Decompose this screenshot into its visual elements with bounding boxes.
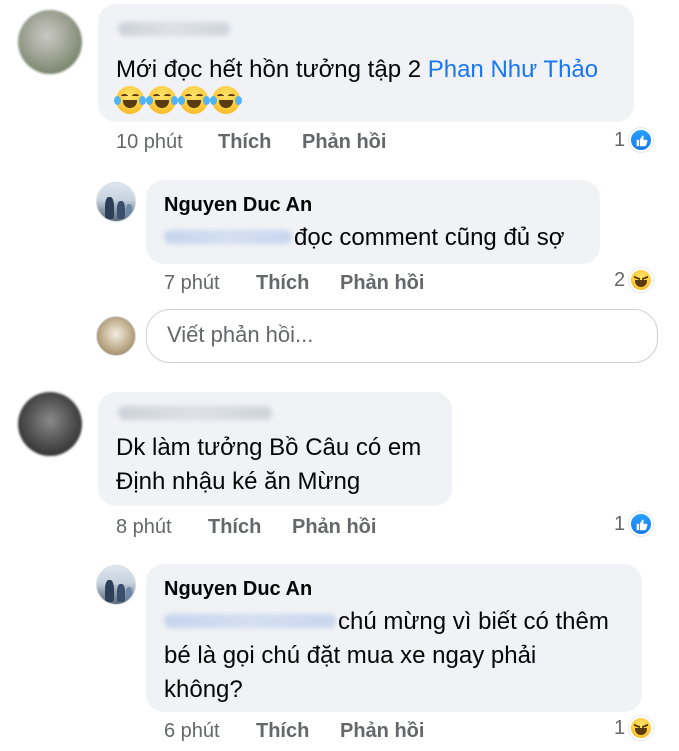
like-button[interactable]: Thích	[208, 516, 261, 539]
blurred-author-name[interactable]	[118, 406, 272, 420]
reply-text: đọc comment cũng đủ sợ	[294, 224, 565, 251]
like-icon	[629, 512, 654, 536]
commenter-avatar[interactable]	[18, 392, 82, 456]
reaction-summary[interactable]: 1	[614, 716, 654, 740]
reply-bubble: Nguyen Duc An chú mừng vì biết có thêm b…	[146, 564, 642, 712]
blurred-author-name[interactable]	[118, 22, 230, 36]
comment-bubble: Dk làm tưởng Bồ Câu có em Định nhậu ké ă…	[98, 392, 452, 506]
like-icon	[629, 128, 654, 152]
reaction-count: 1	[614, 512, 626, 535]
comment-bubble: Mới đọc hết hồn tưởng tập 2 Phan Như Thả…	[98, 4, 634, 122]
reaction-summary[interactable]: 2	[614, 268, 654, 292]
laughing-tears-emoji-icon	[146, 86, 178, 114]
laughing-tears-emoji-icon	[114, 86, 146, 114]
reply-text-line: không?	[164, 676, 243, 703]
comment-time[interactable]: 10 phút	[116, 131, 183, 154]
reply-author-avatar[interactable]	[96, 182, 136, 222]
reply-button[interactable]: Phản hồi	[340, 720, 424, 743]
haha-icon	[629, 716, 654, 740]
laughing-tears-emoji-icon	[210, 86, 242, 114]
reaction-count: 1	[614, 128, 626, 151]
reply-button[interactable]: Phản hồi	[340, 272, 424, 295]
reaction-summary[interactable]: 1	[614, 128, 654, 152]
reply-button[interactable]: Phản hồi	[302, 131, 386, 154]
write-reply-input[interactable]: Viết phản hồi...	[146, 309, 658, 363]
reply-text-line: bé là gọi chú đặt mua xe ngay phải	[164, 642, 537, 669]
current-user-avatar[interactable]	[96, 316, 136, 356]
like-button[interactable]: Thích	[256, 272, 309, 295]
like-button[interactable]: Thích	[218, 131, 271, 154]
reaction-count: 2	[614, 268, 626, 291]
reply-author-name[interactable]: Nguyen Duc An	[164, 578, 312, 601]
reply-placeholder: Viết phản hồi...	[167, 322, 314, 347]
commenter-avatar[interactable]	[18, 10, 82, 74]
comment-time[interactable]: 8 phút	[116, 516, 172, 539]
blurred-mention[interactable]	[164, 614, 336, 628]
comment-text-line: Dk làm tưởng Bồ Câu có em	[116, 434, 422, 461]
reply-text-line: chú mừng vì biết có thêm	[338, 608, 609, 635]
comment-text-line: Định nhậu ké ăn Mừng	[116, 468, 361, 495]
comment-text-body: Mới đọc hết hồn tưởng tập 2	[116, 56, 428, 83]
reaction-summary[interactable]: 1	[614, 512, 654, 536]
mention-link[interactable]: Phan Như Thảo	[428, 56, 598, 83]
reply-author-name[interactable]: Nguyen Duc An	[164, 194, 312, 217]
emoji-row	[114, 86, 242, 114]
reply-time[interactable]: 7 phút	[164, 272, 220, 295]
comment-text: Mới đọc hết hồn tưởng tập 2 Phan Như Thả…	[116, 52, 598, 88]
reaction-count: 1	[614, 716, 626, 739]
reply-bubble: Nguyen Duc An đọc comment cũng đủ sợ	[146, 180, 600, 264]
like-button[interactable]: Thích	[256, 720, 309, 743]
blurred-mention[interactable]	[164, 230, 292, 244]
haha-icon	[629, 268, 654, 292]
laughing-tears-emoji-icon	[178, 86, 210, 114]
reply-button[interactable]: Phản hồi	[292, 516, 376, 539]
reply-time[interactable]: 6 phút	[164, 720, 220, 743]
reply-author-avatar[interactable]	[96, 565, 136, 605]
